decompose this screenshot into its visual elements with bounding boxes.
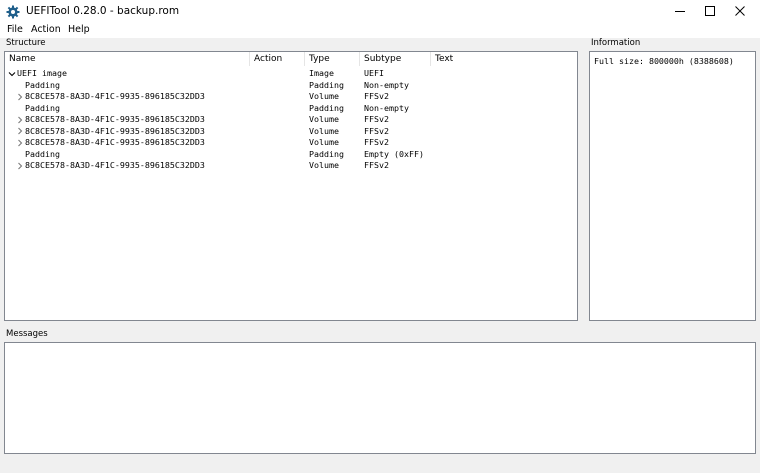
tree-row[interactable]: UEFI image Image UEFI	[5, 68, 577, 80]
chevron-right-icon[interactable]	[16, 160, 24, 172]
info-full-size: Full size: 800000h (8388608)	[594, 56, 734, 66]
chevron-right-icon[interactable]	[16, 137, 24, 149]
cell-name: 8C8CE578-8A3D-4F1C-9935-896185C32DD3	[25, 137, 205, 147]
messages-list[interactable]	[4, 342, 756, 454]
cell-subtype: Non-empty	[364, 102, 409, 113]
cell-subtype: FFSv2	[364, 125, 389, 136]
column-header-action[interactable]: Action	[250, 52, 305, 66]
tree-row[interactable]: Padding Padding Empty (0xFF)	[5, 149, 577, 161]
information-label: Information	[591, 38, 641, 48]
cell-subtype: FFSv2	[364, 137, 389, 147]
window-title: UEFITool 0.28.0 - backup.rom	[26, 5, 180, 17]
cell-subtype: UEFI	[364, 68, 384, 78]
cell-type: Padding	[309, 148, 344, 159]
chevron-right-icon[interactable]	[16, 126, 24, 138]
cell-name: Padding	[25, 79, 60, 90]
column-header-name[interactable]: Name	[5, 52, 250, 66]
column-header-text[interactable]: Text	[431, 52, 577, 66]
cell-subtype: FFSv2	[364, 91, 389, 101]
tree-row[interactable]: 8C8CE578-8A3D-4F1C-9935-896185C32DD3 Volu…	[5, 114, 577, 126]
chevron-right-icon[interactable]	[16, 91, 24, 103]
structure-tree[interactable]: Name Action Type Subtype Text UEFI image…	[4, 51, 578, 321]
tree-row[interactable]: Padding Padding Non-empty	[5, 103, 577, 115]
cell-type: Image	[309, 68, 334, 78]
menu-file[interactable]: File	[7, 24, 23, 36]
cell-type: Volume	[309, 137, 339, 147]
close-icon	[735, 6, 745, 16]
chevron-right-icon[interactable]	[16, 114, 24, 126]
information-panel[interactable]: Full size: 800000h (8388608)	[589, 51, 756, 321]
chevron-down-icon[interactable]	[8, 68, 16, 80]
messages-label: Messages	[6, 329, 48, 339]
maximize-button[interactable]	[695, 0, 725, 22]
tree-row[interactable]: 8C8CE578-8A3D-4F1C-9935-896185C32DD3 Volu…	[5, 137, 577, 149]
cell-type: Volume	[309, 114, 339, 124]
cell-type: Volume	[309, 125, 339, 136]
cell-name: 8C8CE578-8A3D-4F1C-9935-896185C32DD3	[25, 91, 205, 101]
cell-name: 8C8CE578-8A3D-4F1C-9935-896185C32DD3	[25, 125, 205, 136]
cell-name: 8C8CE578-8A3D-4F1C-9935-896185C32DD3	[25, 160, 205, 170]
gear-icon	[6, 4, 20, 19]
structure-label: Structure	[6, 38, 46, 48]
title-bar[interactable]: UEFITool 0.28.0 - backup.rom	[0, 0, 760, 22]
cell-type: Padding	[309, 79, 344, 90]
menu-bar: File Action Help	[0, 22, 760, 38]
minimize-button[interactable]	[665, 0, 695, 22]
cell-type: Volume	[309, 160, 339, 170]
menu-action[interactable]: Action	[31, 24, 61, 36]
cell-name: Padding	[25, 102, 60, 113]
cell-subtype: FFSv2	[364, 114, 389, 124]
menu-help[interactable]: Help	[68, 24, 90, 36]
tree-row[interactable]: Padding Padding Non-empty	[5, 80, 577, 92]
cell-name: UEFI image	[17, 68, 67, 78]
cell-name: Padding	[25, 148, 60, 159]
tree-row[interactable]: 8C8CE578-8A3D-4F1C-9935-896185C32DD3 Volu…	[5, 160, 577, 172]
app-window: UEFITool 0.28.0 - backup.rom File Action…	[0, 0, 760, 473]
cell-subtype: Non-empty	[364, 79, 409, 90]
cell-subtype: FFSv2	[364, 160, 389, 170]
maximize-icon	[705, 6, 715, 16]
minimize-icon	[675, 11, 685, 12]
cell-type: Padding	[309, 102, 344, 113]
close-button[interactable]	[725, 0, 755, 22]
cell-type: Volume	[309, 91, 339, 101]
tree-row[interactable]: 8C8CE578-8A3D-4F1C-9935-896185C32DD3 Volu…	[5, 91, 577, 103]
cell-subtype: Empty (0xFF)	[364, 148, 424, 159]
tree-row[interactable]: 8C8CE578-8A3D-4F1C-9935-896185C32DD3 Volu…	[5, 126, 577, 138]
column-header-type[interactable]: Type	[305, 52, 360, 66]
column-header-subtype[interactable]: Subtype	[360, 52, 431, 66]
cell-name: 8C8CE578-8A3D-4F1C-9935-896185C32DD3	[25, 114, 205, 124]
